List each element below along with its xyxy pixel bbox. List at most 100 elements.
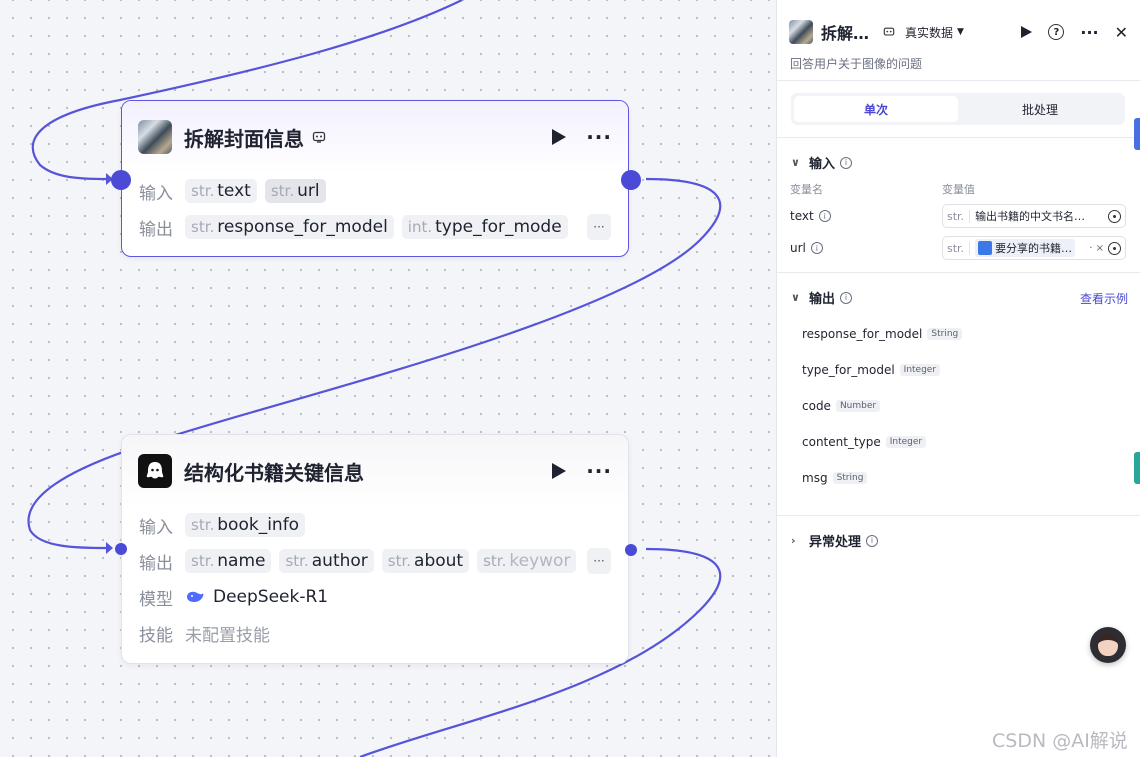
output-chip-name: str. name bbox=[185, 549, 272, 573]
node-cover-parse[interactable]: 拆解封面信息 ··· 输入 str. text str. url 输出 str. re… bbox=[121, 100, 629, 257]
node-skill-row: 技能 未配置技能 bbox=[122, 615, 628, 651]
chevron-down-icon: ∨ bbox=[791, 291, 800, 304]
divider bbox=[777, 272, 1140, 273]
output-item: response_for_model String bbox=[802, 327, 963, 341]
output-label: 输出 bbox=[139, 553, 173, 574]
output-chip-response: str. response_for_model bbox=[185, 215, 394, 239]
output-section-title: 输出 bbox=[809, 292, 836, 307]
cover-image-icon bbox=[789, 20, 813, 44]
view-example-link[interactable]: 查看示例 bbox=[1080, 290, 1128, 307]
run-mode-tabs: 单次 批处理 bbox=[791, 93, 1125, 125]
node-structure-book[interactable]: 结构化书籍关键信息 ··· 输入 str. book_info 输出 str. na… bbox=[121, 434, 629, 664]
col-name-header: 变量名 bbox=[790, 183, 823, 196]
text-value-field[interactable]: str. 输出书籍的中文书名… bbox=[942, 204, 1126, 228]
variable-picker-icon[interactable] bbox=[1108, 209, 1121, 223]
run-button[interactable] bbox=[1021, 26, 1033, 38]
node-output-row: 输出 str. response_for_model int. type_for_m… bbox=[122, 209, 628, 245]
node2-input-port[interactable] bbox=[115, 543, 127, 555]
node-more-button[interactable]: ··· bbox=[586, 127, 612, 147]
data-mode-select[interactable]: 真实数据 ▼ bbox=[883, 24, 964, 41]
divider bbox=[777, 515, 1140, 516]
info-icon: i bbox=[818, 210, 831, 222]
node1-input-port[interactable] bbox=[111, 170, 131, 190]
chevron-down-icon: ∨ bbox=[791, 156, 800, 169]
value-text: 输出书籍的中文书名… bbox=[975, 210, 1086, 223]
remove-icon[interactable]: · × bbox=[1089, 243, 1104, 254]
chevron-right-icon: › bbox=[791, 534, 796, 547]
test-run-panel: 拆解… 真实数据 ▼ ? ··· ✕ 回答用户关于图像的问题 单次 批处理 ∨ … bbox=[776, 0, 1140, 757]
node-input-row: 输入 str. text str. url bbox=[122, 173, 628, 209]
input-label: 输入 bbox=[139, 517, 173, 538]
skill-label: 技能 bbox=[139, 625, 173, 646]
output-item: code Number bbox=[802, 399, 881, 413]
info-icon: i bbox=[840, 156, 853, 169]
data-mode-label: 真实数据 bbox=[905, 25, 954, 40]
input-var-url: url i str. 要分享的书籍… · × bbox=[790, 236, 1126, 260]
deepseek-whale-icon bbox=[187, 591, 204, 602]
workflow-canvas[interactable]: 拆解封面信息 ··· 输入 str. text str. url 输出 str. re… bbox=[0, 0, 776, 757]
run-node-button[interactable] bbox=[552, 463, 567, 479]
help-icon[interactable]: ? bbox=[1048, 24, 1065, 40]
panel-description: 回答用户关于图像的问题 bbox=[790, 57, 923, 71]
exception-section-title: 异常处理 bbox=[809, 535, 862, 550]
input-section-title: 输入 bbox=[809, 157, 836, 172]
value-text: 要分享的书籍… bbox=[995, 242, 1073, 255]
variable-picker-icon[interactable] bbox=[1108, 241, 1121, 255]
model-label: 模型 bbox=[139, 589, 173, 610]
tab-batch[interactable]: 批处理 bbox=[958, 96, 1122, 122]
scroll-indicator bbox=[1134, 452, 1140, 484]
panel-more-button[interactable]: ··· bbox=[1080, 23, 1098, 42]
node-header: 拆解封面信息 ··· bbox=[122, 101, 628, 173]
output-chip-author: str. author bbox=[279, 549, 374, 573]
node1-output-port[interactable] bbox=[621, 170, 641, 190]
output-item: type_for_model Integer bbox=[802, 363, 941, 377]
input-chip-url: str. url bbox=[264, 179, 326, 203]
plugin-badge-icon bbox=[312, 131, 326, 143]
var-name: text bbox=[790, 209, 814, 223]
skill-value: 未配置技能 bbox=[185, 625, 270, 646]
node-title: 结构化书籍关键信息 bbox=[184, 460, 364, 485]
tab-single[interactable]: 单次 bbox=[794, 96, 958, 122]
model-name[interactable]: DeepSeek-R1 bbox=[213, 587, 328, 607]
info-icon: i bbox=[840, 291, 853, 304]
output-chip-about: str. about bbox=[381, 549, 470, 573]
watermark: CSDN @AI解说 bbox=[992, 730, 1128, 752]
exception-section-header[interactable]: › 异常处理 i bbox=[791, 531, 879, 550]
cover-image-icon bbox=[138, 120, 172, 154]
url-value-field[interactable]: str. 要分享的书籍… · × bbox=[942, 236, 1126, 260]
info-icon: i bbox=[810, 242, 823, 254]
col-value-header: 变量值 bbox=[942, 183, 975, 196]
more-outputs-button[interactable]: ··· bbox=[587, 548, 611, 574]
panel-title: 拆解… bbox=[821, 24, 870, 43]
node-more-button[interactable]: ··· bbox=[586, 461, 612, 481]
scroll-indicator bbox=[1134, 118, 1140, 150]
assistant-avatar[interactable] bbox=[1090, 627, 1126, 663]
node2-output-port[interactable] bbox=[625, 544, 637, 556]
image-file-icon bbox=[978, 241, 993, 255]
run-node-button[interactable] bbox=[552, 129, 567, 145]
plugin-badge-icon bbox=[883, 27, 895, 36]
more-outputs-button[interactable]: ··· bbox=[587, 214, 611, 240]
input-section-header[interactable]: ∨ 输入 i bbox=[791, 153, 853, 172]
uploaded-image-tag[interactable]: 要分享的书籍… bbox=[975, 239, 1076, 257]
output-chip-keywords: str. keywor bbox=[477, 549, 577, 573]
var-name: url bbox=[790, 241, 806, 255]
node-model-row: 模型 DeepSeek-R1 bbox=[122, 579, 628, 615]
input-chip-text: str. text bbox=[185, 179, 257, 203]
node-header: 结构化书籍关键信息 ··· bbox=[122, 435, 628, 507]
ghost-icon bbox=[138, 454, 172, 488]
input-label: 输入 bbox=[139, 183, 173, 204]
output-item: msg String bbox=[802, 471, 868, 485]
output-label: 输出 bbox=[139, 219, 173, 240]
type-tag: str. bbox=[947, 209, 971, 223]
node-output-row: 输出 str. name str. author str. about str. key… bbox=[122, 543, 628, 579]
close-icon[interactable]: ✕ bbox=[1115, 23, 1128, 42]
output-section-header[interactable]: ∨ 输出 i bbox=[791, 288, 853, 307]
output-item: content_type Integer bbox=[802, 435, 927, 449]
type-tag: str. bbox=[947, 241, 971, 255]
divider bbox=[777, 137, 1140, 138]
input-var-text: text i str. 输出书籍的中文书名… bbox=[790, 204, 1126, 228]
avatar-face-icon bbox=[1098, 634, 1118, 656]
output-chip-type: int. type_for_mode bbox=[401, 215, 568, 239]
info-icon: i bbox=[866, 534, 879, 547]
